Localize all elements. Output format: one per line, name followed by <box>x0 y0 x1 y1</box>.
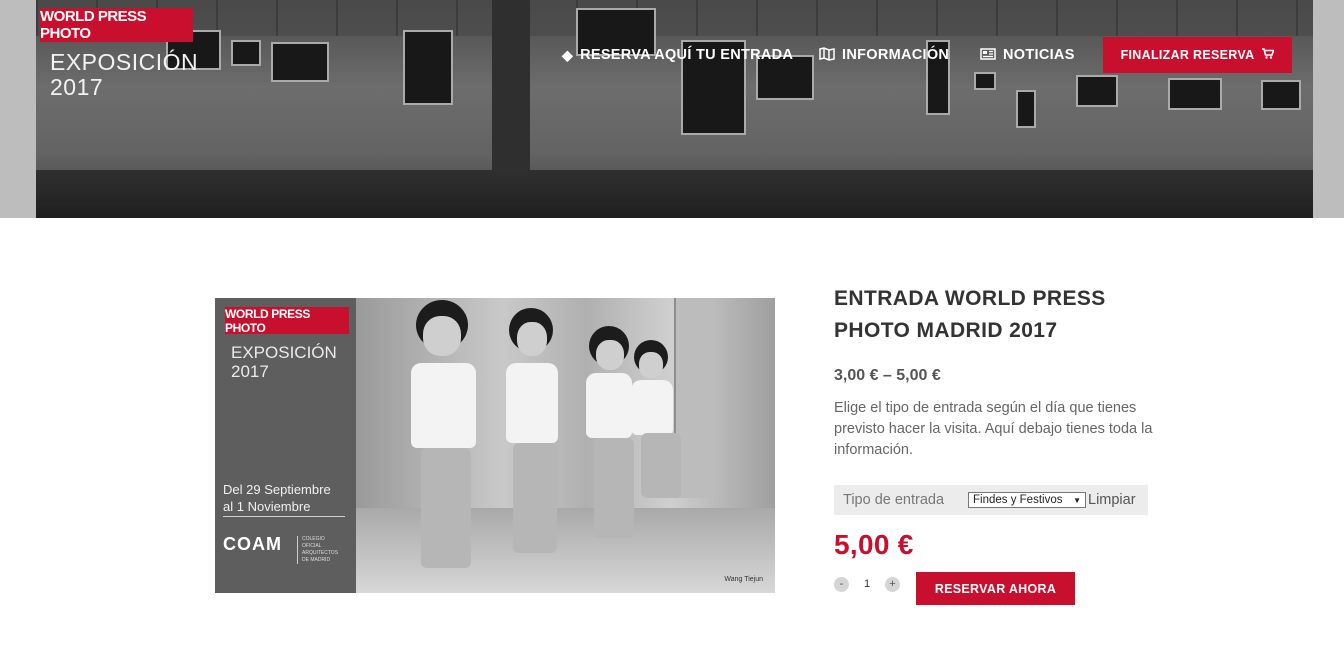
variation-label: Tipo de entrada <box>843 492 945 508</box>
nav-item-label: NOTICIAS <box>1003 47 1075 63</box>
clear-link[interactable]: Limpiar <box>1088 492 1136 508</box>
nav-item-informacion[interactable]: INFORMACIÓN <box>819 44 949 66</box>
selected-price: 5,00 € <box>834 529 914 560</box>
product-description: Elige el tipo de entrada según el día qu… <box>834 400 1153 458</box>
quantity-input[interactable]: 1 <box>849 578 885 590</box>
quantity-plus-button[interactable]: + <box>885 576 900 592</box>
poster-title-line1: EXPOSICIÓN <box>231 343 337 362</box>
poster-dates-line2: al 1 Noviembre <box>223 499 311 514</box>
ticket-type-selected: Findes y Festivos <box>973 494 1063 506</box>
gallery-photo <box>36 0 1313 218</box>
reserve-button[interactable]: RESERVAR AHORA <box>916 572 1075 605</box>
brand-title[interactable]: EXPOSICIÓN 2017 <box>50 50 198 100</box>
ticket-icon: ◆ <box>562 46 574 63</box>
nav-item-noticias[interactable]: NOTICIAS <box>980 44 1075 66</box>
product-title: ENTRADA WORLD PRESS PHOTO MADRID 2017 <box>834 287 1106 342</box>
org-subtitle: COLEGIO OFICIAL ARQUITECTOS DE MADRID <box>297 536 355 564</box>
poster-dates-line1: Del 29 Septiembre <box>223 482 331 497</box>
nav-item-label: RESERVA AQUÍ TU ENTRADA <box>580 47 794 63</box>
poster-dates: Del 29 Septiembre al 1 Noviembre <box>223 481 331 515</box>
hero-overlay <box>36 0 1313 218</box>
checkout-label: FINALIZAR RESERVA <box>1120 48 1255 62</box>
nav-item-reserva[interactable]: ◆ RESERVA AQUÍ TU ENTRADA <box>562 44 793 66</box>
org-logo: COAM <box>223 534 282 554</box>
poster-panel: WORLD PRESS PHOTO EXPOSICIÓN 2017 Del 29… <box>215 298 356 593</box>
nav-item-label: INFORMACIÓN <box>842 47 950 63</box>
photo-floor <box>356 508 775 593</box>
org-subtitle-line: OFICIAL <box>302 543 322 549</box>
brand-title-line2: 2017 <box>50 74 104 100</box>
photo-credit: Wang Tiejun <box>724 576 763 583</box>
poster-title-line2: 2017 <box>231 362 269 381</box>
quantity-stepper: - 1 + <box>834 576 900 592</box>
map-icon <box>819 46 835 64</box>
org-subtitle-line: DE MADRID <box>302 557 331 563</box>
org-subtitle-line: ARQUITECTOS <box>302 550 339 556</box>
quantity-minus-button[interactable]: - <box>834 576 849 592</box>
poster-divider <box>223 516 345 517</box>
poster-photo: Wang Tiejun <box>356 298 775 593</box>
org-subtitle-line: COLEGIO <box>302 536 325 542</box>
cart-icon <box>1262 48 1276 62</box>
poster-badge: WORLD PRESS PHOTO <box>225 307 349 335</box>
checkout-button[interactable]: FINALIZAR RESERVA <box>1103 37 1292 73</box>
chevron-down-icon: ▼ <box>1073 495 1081 505</box>
price-range: 3,00 € – 5,00 € <box>834 367 941 384</box>
ticket-type-select[interactable]: Findes y Festivos ▼ <box>968 492 1086 508</box>
poster-title: EXPOSICIÓN 2017 <box>231 343 337 381</box>
product-image[interactable]: WORLD PRESS PHOTO EXPOSICIÓN 2017 Del 29… <box>215 298 775 593</box>
newspaper-icon <box>980 47 996 63</box>
variation-row: Tipo de entrada Findes y Festivos ▼ Limp… <box>834 485 1148 515</box>
brand-title-line1: EXPOSICIÓN <box>50 49 199 75</box>
brand-logo[interactable]: WORLD PRESS PHOTO <box>40 8 193 42</box>
hero-header: WORLD PRESS PHOTO EXPOSICIÓN 2017 ◆ RESE… <box>0 0 1344 218</box>
